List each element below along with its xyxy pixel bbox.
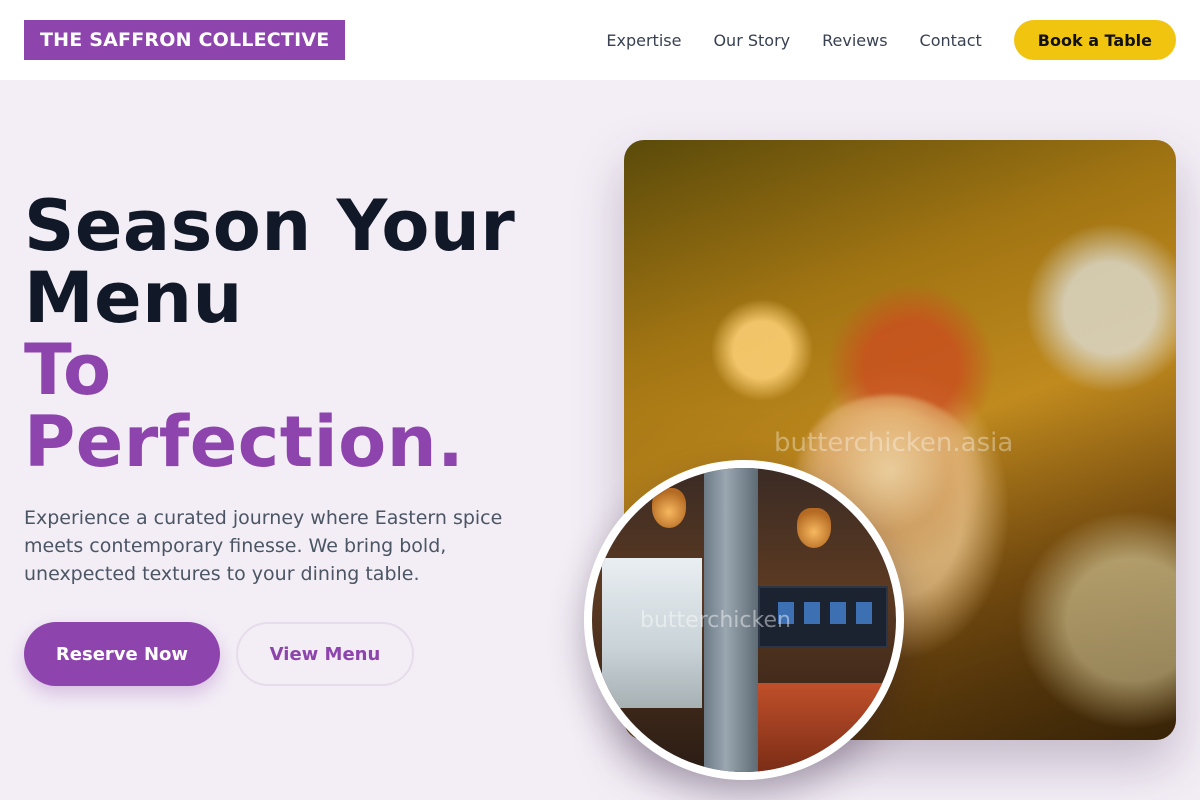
nav-link-our-story[interactable]: Our Story — [713, 31, 790, 50]
food-counter — [758, 683, 896, 772]
pendant-lamp — [652, 488, 686, 528]
pendant-lamp — [797, 508, 831, 548]
hero-title-line-4: Perfection. — [24, 401, 465, 483]
storefront-window — [602, 558, 702, 708]
site-header: THE SAFFRON COLLECTIVE Expertise Our Sto… — [0, 0, 1200, 80]
hero-title-line-2: Menu — [24, 257, 243, 339]
brand-logo[interactable]: THE SAFFRON COLLECTIVE — [24, 20, 346, 60]
image-watermark: butterchicken.asia — [774, 428, 1014, 458]
restaurant-interior-image: butterchicken — [584, 460, 904, 780]
image-watermark: butterchicken — [640, 608, 791, 633]
nav-link-expertise[interactable]: Expertise — [606, 31, 681, 50]
nav-link-reviews[interactable]: Reviews — [822, 31, 887, 50]
hero-section: Season Your Menu To Perfection. Experien… — [24, 190, 564, 686]
hero-description: Experience a curated journey where Easte… — [24, 507, 503, 585]
nav-link-contact[interactable]: Contact — [920, 31, 982, 50]
book-table-button[interactable]: Book a Table — [1013, 20, 1176, 60]
view-menu-button[interactable]: View Menu — [236, 622, 414, 686]
hero-actions: Reserve Now View Menu — [24, 622, 564, 686]
hero-title-line-3: To — [24, 329, 112, 411]
main-nav: Expertise Our Story Reviews Contact Book… — [606, 20, 1176, 60]
hero-title: Season Your Menu To Perfection. — [24, 190, 564, 478]
reserve-now-button[interactable]: Reserve Now — [24, 622, 220, 686]
hero-title-line-1: Season Your — [24, 185, 516, 267]
